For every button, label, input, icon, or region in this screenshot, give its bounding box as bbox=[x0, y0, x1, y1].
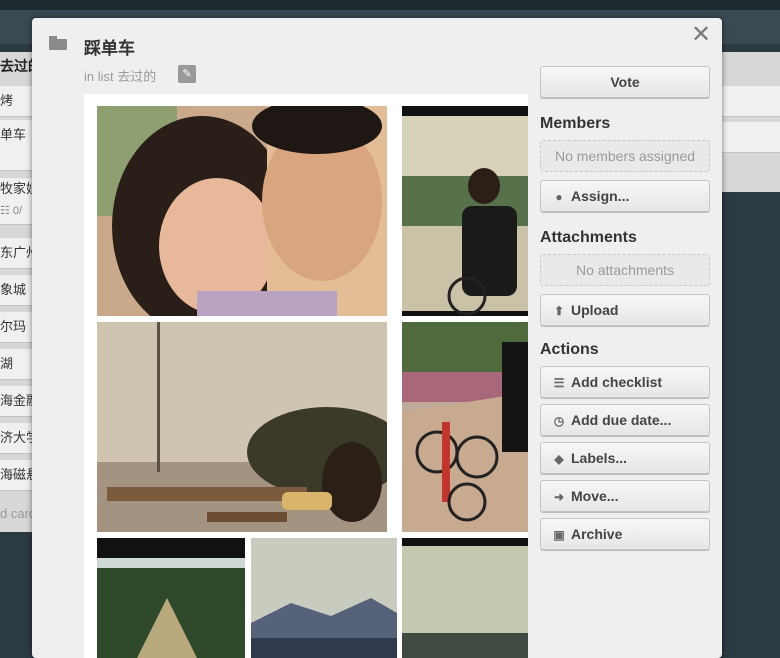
person-icon: ● bbox=[555, 190, 563, 204]
tag-icon: ◆ bbox=[554, 452, 564, 466]
members-heading: Members bbox=[540, 115, 611, 132]
close-icon[interactable]: ✕ bbox=[690, 23, 712, 47]
background-card[interactable] bbox=[722, 122, 780, 153]
photo-water bbox=[402, 538, 528, 658]
background-card[interactable] bbox=[722, 86, 780, 117]
list-name-link[interactable]: 去过的 bbox=[117, 69, 156, 84]
checklist-icon: ☰ bbox=[553, 376, 565, 390]
edit-icon[interactable]: ✎ bbox=[178, 65, 196, 83]
card-cover-image bbox=[84, 94, 528, 658]
move-button[interactable]: ➜ Move... bbox=[540, 480, 710, 512]
attachments-empty-state: No attachments bbox=[540, 254, 710, 286]
archive-button[interactable]: ▣ Archive bbox=[540, 518, 710, 550]
clock-icon: ◷ bbox=[553, 414, 565, 428]
upload-button-label: Upload bbox=[571, 302, 619, 318]
attachments-heading: Attachments bbox=[540, 229, 637, 246]
card-title[interactable]: 踩单车 bbox=[84, 34, 135, 59]
photo-lakeside bbox=[97, 322, 387, 532]
labels-button[interactable]: ◆ Labels... bbox=[540, 442, 710, 474]
add-due-date-button[interactable]: ◷ Add due date... bbox=[540, 404, 710, 436]
photo-couple bbox=[97, 106, 387, 316]
photo-woman-bike bbox=[402, 106, 528, 316]
add-checklist-label: Add checklist bbox=[571, 374, 663, 390]
add-due-date-label: Add due date... bbox=[571, 412, 672, 428]
arrow-right-icon: ➜ bbox=[553, 490, 565, 504]
card-detail-modal: ✕ 踩单车 in list 去过的 ✎ Vote Members No memb… bbox=[32, 18, 722, 658]
move-label: Move... bbox=[571, 488, 619, 504]
add-checklist-button[interactable]: ☰ Add checklist bbox=[540, 366, 710, 398]
vote-button-label: Vote bbox=[610, 74, 640, 90]
members-empty-state: No members assigned bbox=[540, 140, 710, 172]
assign-button[interactable]: ● Assign... bbox=[540, 180, 710, 212]
in-list-prefix: in list bbox=[84, 69, 114, 84]
card-list-info: in list 去过的 bbox=[84, 66, 156, 85]
photo-forest-path bbox=[97, 538, 245, 658]
board-header bbox=[0, 0, 780, 10]
vote-button[interactable]: Vote bbox=[540, 66, 710, 98]
archive-label: Archive bbox=[571, 526, 623, 542]
assign-button-label: Assign... bbox=[571, 188, 630, 204]
archive-icon: ▣ bbox=[553, 528, 565, 542]
upload-icon: ⬆ bbox=[553, 304, 565, 318]
upload-button[interactable]: ⬆ Upload bbox=[540, 294, 710, 326]
card-icon bbox=[49, 36, 67, 50]
actions-heading: Actions bbox=[540, 341, 599, 358]
photo-mountains bbox=[251, 538, 397, 658]
photo-bikes bbox=[402, 322, 528, 532]
labels-label: Labels... bbox=[571, 450, 628, 466]
